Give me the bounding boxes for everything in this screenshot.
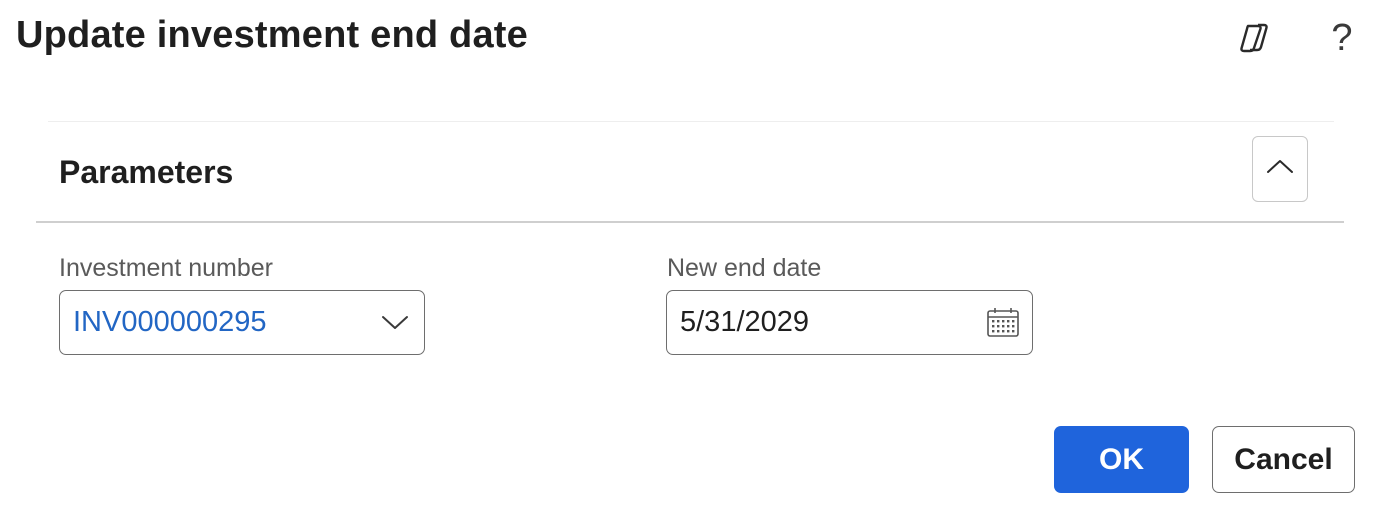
new-end-date-label: New end date [667, 254, 822, 282]
chevron-up-icon [1265, 157, 1295, 182]
help-icon[interactable]: ? [1318, 14, 1366, 62]
cancel-button[interactable]: Cancel [1212, 426, 1355, 493]
ok-button[interactable]: OK [1054, 426, 1189, 493]
section-divider [36, 221, 1344, 223]
new-end-date-field[interactable]: 5/31/2029 [666, 290, 1033, 355]
collapse-section-button[interactable] [1252, 136, 1308, 202]
calendar-icon[interactable] [984, 303, 1022, 341]
investment-number-dropdown[interactable]: INV000000295 [59, 290, 425, 355]
new-end-date-input[interactable]: 5/31/2029 [680, 291, 809, 353]
section-title-parameters: Parameters [59, 154, 234, 190]
chevron-down-icon[interactable] [376, 303, 414, 341]
update-investment-end-date-dialog: Update investment end date ? Parameters … [0, 0, 1387, 527]
copilot-icon[interactable] [1230, 14, 1278, 62]
investment-number-label: Investment number [59, 254, 273, 282]
section-top-divider [48, 121, 1334, 122]
investment-number-value[interactable]: INV000000295 [73, 291, 267, 353]
dialog-title: Update investment end date [16, 14, 528, 56]
